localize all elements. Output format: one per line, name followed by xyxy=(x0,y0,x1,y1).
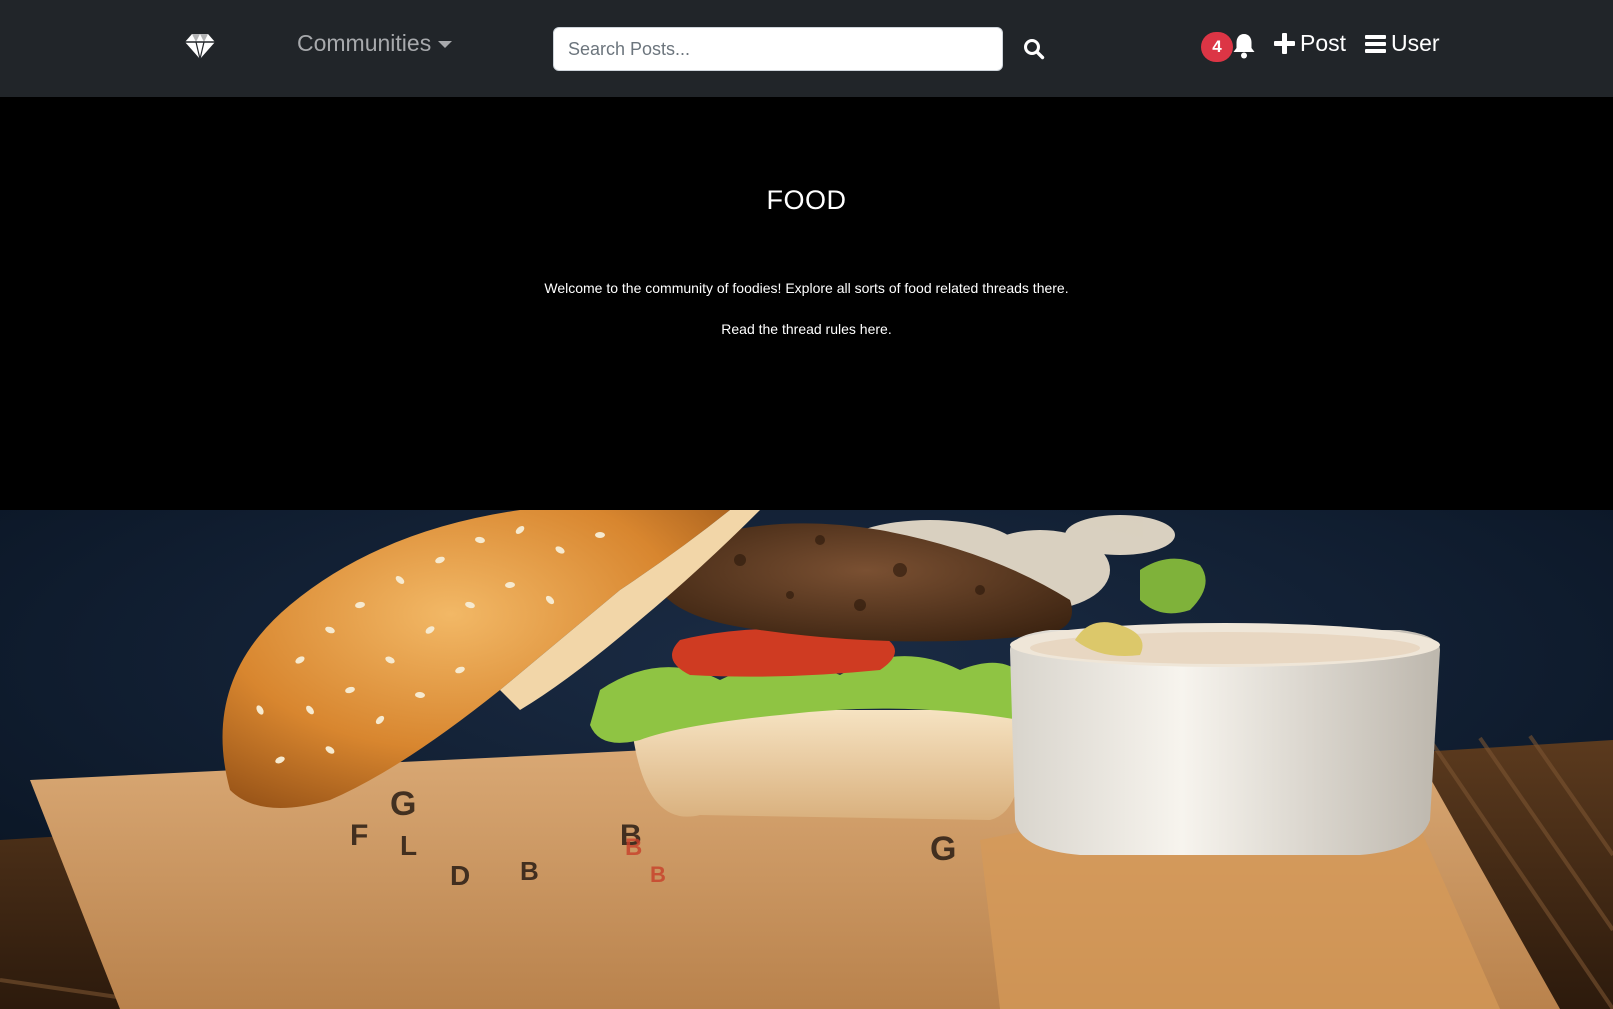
new-post-link[interactable]: Post xyxy=(1274,30,1346,57)
hamburger-menu-icon xyxy=(1365,34,1386,53)
user-menu-link[interactable]: User xyxy=(1365,30,1440,57)
caret-down-icon xyxy=(438,41,453,48)
communities-label: Communities xyxy=(297,30,432,56)
thread-rules-link[interactable]: Read the thread rules here. xyxy=(0,321,1613,337)
notification-count-badge[interactable]: 4 xyxy=(1201,32,1233,62)
svg-text:F: F xyxy=(350,819,368,852)
svg-text:G: G xyxy=(390,785,416,823)
svg-text:B: B xyxy=(625,834,642,861)
svg-text:L: L xyxy=(400,830,417,861)
user-label: User xyxy=(1391,30,1440,56)
search-input[interactable] xyxy=(553,27,1003,71)
community-description: Welcome to the community of foodies! Exp… xyxy=(544,280,1069,296)
diamond-icon[interactable] xyxy=(184,32,216,60)
community-title: FOOD xyxy=(766,185,847,215)
search-button[interactable] xyxy=(1022,38,1046,62)
communities-dropdown[interactable]: Communities xyxy=(297,30,453,57)
svg-text:D: D xyxy=(450,860,470,891)
svg-text:B: B xyxy=(520,856,539,886)
svg-text:G: G xyxy=(930,830,956,868)
search-icon xyxy=(1024,39,1045,60)
community-header: FOOD Welcome to the community of foodies… xyxy=(0,97,1613,510)
post-label: Post xyxy=(1300,30,1347,56)
bell-icon[interactable] xyxy=(1232,32,1256,60)
top-navbar: Communities 4 Post User xyxy=(0,0,1613,97)
burger-photo: G F L B G D B B B xyxy=(0,510,1613,1009)
svg-text:B: B xyxy=(650,862,666,887)
plus-icon xyxy=(1274,33,1295,54)
